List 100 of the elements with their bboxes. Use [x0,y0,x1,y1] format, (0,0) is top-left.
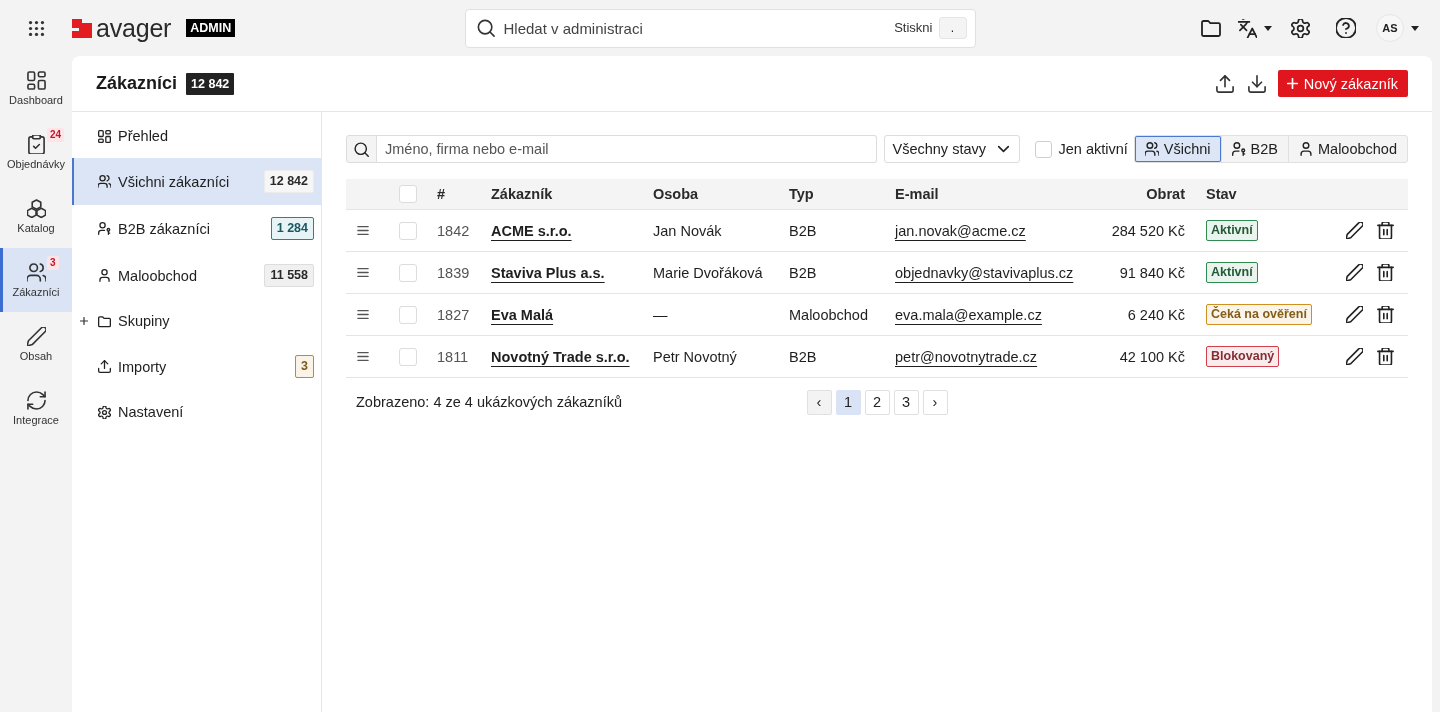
admin-badge: ADMIN [186,19,236,37]
row-checkbox[interactable] [398,305,417,324]
filter-tab[interactable]: Všichni [1134,136,1221,162]
email-link[interactable]: objednavky@stavivaplus.cz [895,264,1074,281]
search-field[interactable]: Jméno, firma nebo e-mail [377,135,877,163]
sidebar-item[interactable]: B2B zákazníci 1 284 [72,205,321,252]
cubes-icon [26,198,46,218]
sidebar-item[interactable]: Importy 3 [72,343,321,390]
logo-icon [72,18,92,38]
id-cell: 1811 [437,348,469,365]
status-tag: Čeká na ověření [1206,304,1312,325]
status-tag: Aktivní [1206,262,1258,283]
chevron-down-icon [996,145,1010,153]
revenue-cell: 6 240 Kč [1127,306,1185,323]
page-button[interactable]: 2 [864,389,890,415]
trash-icon[interactable] [1377,264,1394,281]
person-cell: Marie Dvořáková [653,264,763,281]
email-link[interactable]: eva.mala@example.cz [895,306,1042,323]
count-badge: 12 842 [186,72,235,95]
filter-tab[interactable]: B2B [1220,136,1288,162]
prev-page-button[interactable]: ‹ [806,389,832,415]
type-cell: Maloobchod [789,306,868,323]
user-key-icon [1231,142,1246,156]
apps-grid-icon[interactable] [27,19,45,37]
row-checkbox[interactable] [398,263,417,282]
nav-item[interactable]: Katalog [0,184,72,248]
filter-tab[interactable]: Maloobchod [1288,136,1407,162]
column-header: Stav [1206,186,1237,202]
settings-icon[interactable] [1291,18,1310,38]
trash-icon[interactable] [1377,348,1394,365]
drag-handle-icon[interactable] [357,268,369,277]
download-icon[interactable] [1247,74,1266,93]
id-cell: 1839 [437,264,470,281]
pencil-icon[interactable] [1346,306,1363,323]
pencil-icon[interactable] [1346,222,1363,239]
page-button[interactable]: 3 [893,389,919,415]
users-icon [26,262,46,282]
pencil-icon[interactable] [1346,264,1363,281]
count-badge: 12 842 [263,170,314,193]
pencil-icon[interactable] [1346,348,1363,365]
email-link[interactable]: petr@novotnytrade.cz [895,348,1038,365]
status-select[interactable]: Všechny stavy [883,135,1020,163]
user-icon [98,269,111,282]
column-header: Typ [789,186,814,202]
nav-item[interactable]: Zákazníci 3 [0,248,72,312]
sidebar-item[interactable]: Všichni zákazníci 12 842 [72,158,321,205]
nav-item[interactable]: Dashboard [0,56,72,120]
folder-icon[interactable] [1201,18,1221,38]
nav-item[interactable]: Obsah [0,312,72,376]
type-cell: B2B [789,264,817,281]
caret-icon[interactable] [1411,25,1419,31]
row-checkbox[interactable] [398,221,417,240]
drag-handle-icon[interactable] [357,352,369,361]
upload-icon[interactable] [1215,74,1234,93]
count-badge: 24 [47,128,65,142]
dashboard-icon [26,70,46,90]
customer-link[interactable]: ACME s.r.o. [491,222,572,239]
sidebar-item[interactable]: Přehled [72,114,321,158]
users-icon [1144,142,1159,156]
settings-icon [98,405,111,419]
folder-icon [98,314,111,328]
person-cell: Petr Novotný [653,348,737,365]
customer-link[interactable]: Eva Malá [491,306,554,323]
select-all-checkbox[interactable] [398,185,417,203]
status-tag: Aktivní [1206,220,1258,241]
sidebar-item[interactable]: Skupiny [72,299,321,343]
sidebar-item[interactable]: Maloobchod 11 558 [72,252,321,299]
trash-icon[interactable] [1377,222,1394,239]
sidebar-item[interactable]: Nastavení [72,390,321,434]
revenue-cell: 284 520 Kč [1111,222,1185,239]
nav-item[interactable]: Objednávky 24 [0,120,72,184]
row-checkbox[interactable] [398,347,417,366]
expand-icon[interactable] [80,317,88,325]
pencil-icon [26,326,46,346]
caret-icon[interactable] [1264,25,1272,31]
language-icon[interactable] [1238,18,1257,38]
plus-icon [1286,78,1298,89]
summary-text: Zobrazeno: 4 ze 4 ukázkových zákazníků [355,394,622,410]
type-cell: B2B [789,222,817,239]
count-badge: 3 [47,256,59,270]
drag-handle-icon[interactable] [357,226,369,235]
customer-link[interactable]: Staviva Plus a.s. [491,264,605,281]
shortcut-hint: Stiskni [894,20,933,35]
user-avatar[interactable]: AS [1376,14,1404,42]
checkbox-label: Jen aktivní [1058,141,1128,157]
id-cell: 1842 [437,222,470,239]
customer-link[interactable]: Novotný Trade s.r.o. [491,348,630,365]
nav-item[interactable]: Integrace [0,376,72,440]
count-badge: 1 284 [270,217,314,240]
next-page-button[interactable]: › [922,389,948,415]
status-tag: Blokovaný [1206,346,1280,367]
checkbox[interactable] [1034,140,1052,158]
help-icon[interactable] [1336,18,1356,38]
revenue-cell: 42 100 Kč [1119,348,1185,365]
page-button[interactable]: 1 [835,389,861,415]
drag-handle-icon[interactable] [357,310,369,319]
page-title: Zákazníci [96,73,178,94]
trash-icon[interactable] [1377,306,1394,323]
new-customer-button[interactable]: Nový zákazník [1277,70,1408,97]
email-link[interactable]: jan.novak@acme.cz [895,222,1026,239]
